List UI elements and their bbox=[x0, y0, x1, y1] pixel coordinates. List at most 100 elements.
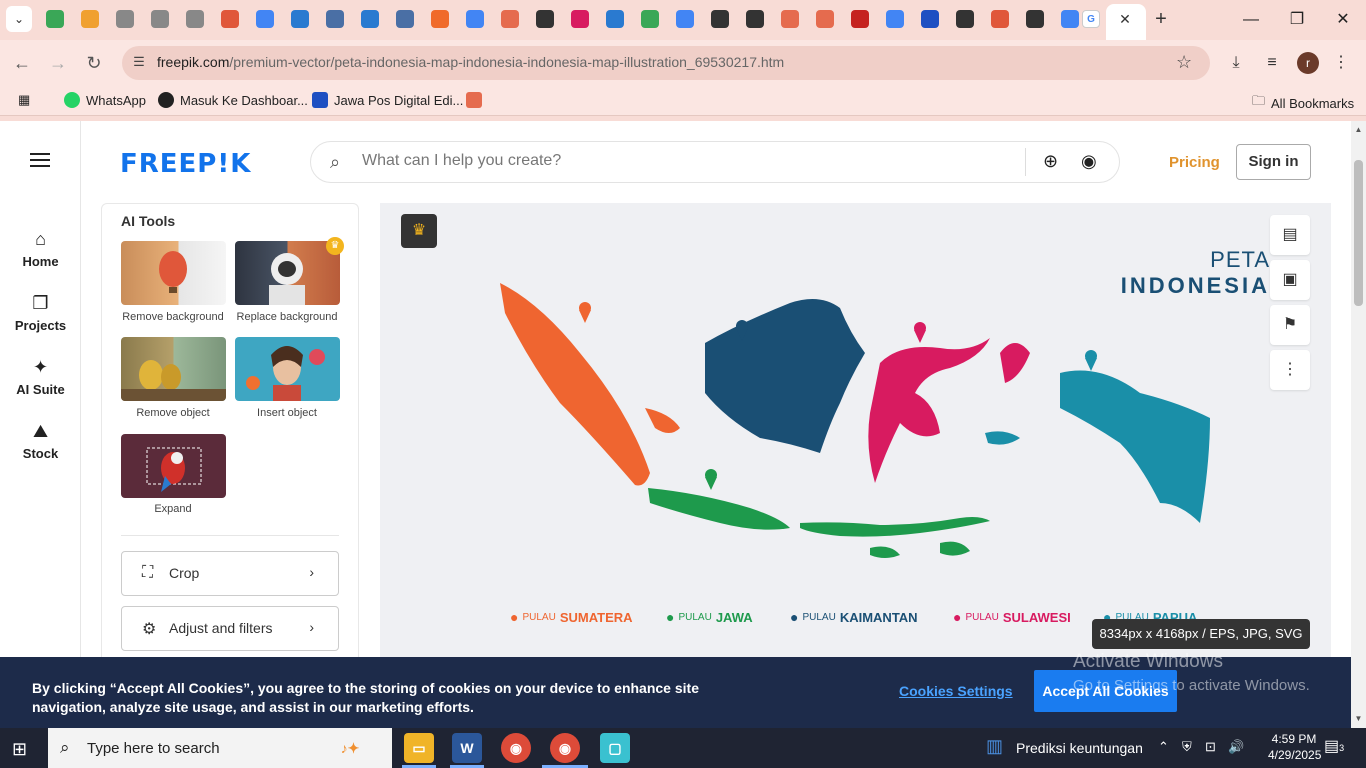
tab-favicon-icon[interactable] bbox=[921, 10, 939, 28]
maximize-button[interactable]: ❐ bbox=[1282, 8, 1312, 32]
notifications-icon[interactable]: ▤3 bbox=[1324, 736, 1344, 756]
profile-avatar[interactable]: r bbox=[1297, 52, 1319, 74]
tab-favicon-icon[interactable] bbox=[466, 10, 484, 28]
tab-favicon-icon[interactable] bbox=[1061, 10, 1079, 28]
camera-search-icon[interactable]: ◉ bbox=[1081, 151, 1097, 172]
stock-widget-icon[interactable]: ▥ bbox=[986, 736, 1003, 757]
chrome-active-icon[interactable]: ◉ bbox=[550, 733, 580, 763]
pricing-link[interactable]: Pricing bbox=[1169, 154, 1220, 171]
new-tab-button[interactable]: + bbox=[1150, 8, 1172, 30]
reload-button[interactable]: ↻ bbox=[82, 51, 106, 75]
windows-start-icon[interactable]: ⊞ bbox=[12, 739, 27, 760]
insert-object-tool[interactable] bbox=[235, 337, 340, 401]
adjust-filters-label: Adjust and filters bbox=[169, 620, 273, 636]
tab-favicon-icon[interactable] bbox=[851, 10, 869, 28]
tab-favicon-icon[interactable] bbox=[326, 10, 344, 28]
bookmark-jawapos[interactable]: Jawa Pos Digital Edi... bbox=[312, 92, 463, 108]
tab-favicon-icon[interactable] bbox=[291, 10, 309, 28]
bookmark-whatsapp[interactable]: WhatsApp bbox=[64, 92, 146, 108]
tab-favicon-icon[interactable] bbox=[641, 10, 659, 28]
chrome-icon[interactable]: ◉ bbox=[501, 733, 531, 763]
tab-favicon-icon[interactable] bbox=[116, 10, 134, 28]
close-window-button[interactable]: ✕ bbox=[1328, 8, 1358, 32]
all-bookmarks[interactable]: 🗀 All Bookmarks bbox=[1252, 92, 1354, 114]
nav-projects[interactable]: ❐ Projects bbox=[0, 293, 81, 333]
remove-object-tool[interactable] bbox=[121, 337, 226, 401]
woman-flowers-thumbnail bbox=[246, 346, 325, 401]
tab-favicon-icon[interactable] bbox=[536, 10, 554, 28]
scroll-up-arrow-icon[interactable]: ▲ bbox=[1351, 123, 1366, 137]
freepik-logo[interactable]: FREEP!K bbox=[120, 149, 251, 179]
expand-tool[interactable] bbox=[121, 434, 226, 498]
tray-widget-text[interactable]: Prediksi keuntungan bbox=[1016, 740, 1143, 756]
save-to-collection-button[interactable]: ▤ bbox=[1270, 215, 1310, 255]
ai-generate-icon[interactable]: ⊕ bbox=[1043, 151, 1058, 172]
tab-favicon-icon[interactable] bbox=[571, 10, 589, 28]
tab-favicon-icon[interactable] bbox=[81, 10, 99, 28]
site-info-icon[interactable]: ☰ bbox=[130, 54, 148, 72]
adjust-filters-button[interactable]: ⚙ Adjust and filters › bbox=[121, 606, 339, 651]
similar-images-button[interactable]: ▣ bbox=[1270, 260, 1310, 300]
menu-kebab-icon[interactable]: ⋮ bbox=[1330, 52, 1352, 74]
active-tab-favicon-icon: G bbox=[1082, 10, 1100, 28]
report-flag-button[interactable]: ⚑ bbox=[1270, 305, 1310, 345]
tab-favicon-icon[interactable] bbox=[816, 10, 834, 28]
tab-favicon-icon[interactable] bbox=[606, 10, 624, 28]
tab-search-button[interactable]: ⌄ bbox=[6, 6, 32, 32]
tab-favicon-icon[interactable] bbox=[781, 10, 799, 28]
security-shield-icon[interactable]: ⛨ bbox=[1182, 739, 1192, 755]
legend-name: SULAWESI bbox=[1002, 609, 1071, 625]
nav-ai-suite[interactable]: ✦ AI Suite bbox=[0, 357, 81, 397]
bookmark-jdb[interactable] bbox=[466, 92, 482, 108]
minimize-button[interactable]: — bbox=[1236, 8, 1266, 32]
taskbar-clock[interactable]: 4:59 PM 4/29/2025 bbox=[1268, 731, 1321, 763]
nav-home[interactable]: ⌂ Home bbox=[0, 229, 81, 269]
apps-grid-icon[interactable]: ▦ bbox=[18, 92, 30, 108]
app-window-icon[interactable]: ▢ bbox=[600, 733, 630, 763]
nav-stock[interactable]: ⛰ Stock bbox=[0, 421, 81, 461]
scrollbar-thumb[interactable] bbox=[1354, 160, 1363, 306]
chevron-up-icon[interactable]: ⌃ bbox=[1158, 739, 1169, 755]
file-explorer-icon[interactable]: ▭ bbox=[404, 733, 434, 763]
tab-favicon-icon[interactable] bbox=[956, 10, 974, 28]
search-input[interactable] bbox=[362, 152, 1002, 170]
hamburger-menu-icon[interactable] bbox=[30, 153, 50, 167]
legend-prefix: PULAU bbox=[802, 611, 836, 623]
tab-favicon-icon[interactable] bbox=[431, 10, 449, 28]
crop-button[interactable]: ⛶ Crop › bbox=[121, 551, 339, 596]
tab-favicon-icon[interactable] bbox=[991, 10, 1009, 28]
sign-in-button[interactable]: Sign in bbox=[1236, 144, 1311, 180]
word-icon[interactable]: W bbox=[452, 733, 482, 763]
tab-favicon-icon[interactable] bbox=[1026, 10, 1044, 28]
tab-favicon-icon[interactable] bbox=[746, 10, 764, 28]
chevron-right-icon: › bbox=[309, 564, 314, 580]
tab-favicon-icon[interactable] bbox=[151, 10, 169, 28]
tab-favicon-icon[interactable] bbox=[886, 10, 904, 28]
map-pin-icon: ● bbox=[790, 609, 799, 625]
download-icon[interactable]: ⤓ bbox=[1225, 52, 1247, 74]
tab-favicon-icon[interactable] bbox=[396, 10, 414, 28]
media-control-icon[interactable]: ≡ bbox=[1261, 52, 1283, 74]
scroll-down-arrow-icon[interactable]: ▼ bbox=[1351, 712, 1366, 726]
replace-background-tool[interactable] bbox=[235, 241, 340, 305]
more-options-button[interactable]: ⋮ bbox=[1270, 350, 1310, 390]
close-tab-icon[interactable]: ✕ bbox=[1116, 10, 1134, 28]
tab-favicon-icon[interactable] bbox=[501, 10, 519, 28]
back-button[interactable]: ← bbox=[10, 51, 34, 75]
tab-favicon-icon[interactable] bbox=[46, 10, 64, 28]
tab-favicon-icon[interactable] bbox=[256, 10, 274, 28]
ai-tools-title: AI Tools bbox=[121, 213, 176, 229]
tab-favicon-icon[interactable] bbox=[361, 10, 379, 28]
tab-favicon-icon[interactable] bbox=[221, 10, 239, 28]
tab-favicon-icon[interactable] bbox=[676, 10, 694, 28]
cookies-settings-link[interactable]: Cookies Settings bbox=[899, 683, 1013, 699]
tab-favicon-icon[interactable] bbox=[711, 10, 729, 28]
url-text[interactable]: freepik.com/premium-vector/peta-indonesi… bbox=[157, 54, 784, 70]
volume-icon[interactable]: 🔊 bbox=[1228, 739, 1244, 755]
remove-background-tool[interactable] bbox=[121, 241, 226, 305]
forward-button[interactable]: → bbox=[46, 51, 70, 75]
network-icon[interactable]: ⊡ bbox=[1205, 739, 1216, 755]
bookmark-dashboard[interactable]: Masuk Ke Dashboar... bbox=[158, 92, 308, 108]
bookmark-star-icon[interactable]: ☆ bbox=[1176, 52, 1192, 73]
tab-favicon-icon[interactable] bbox=[186, 10, 204, 28]
